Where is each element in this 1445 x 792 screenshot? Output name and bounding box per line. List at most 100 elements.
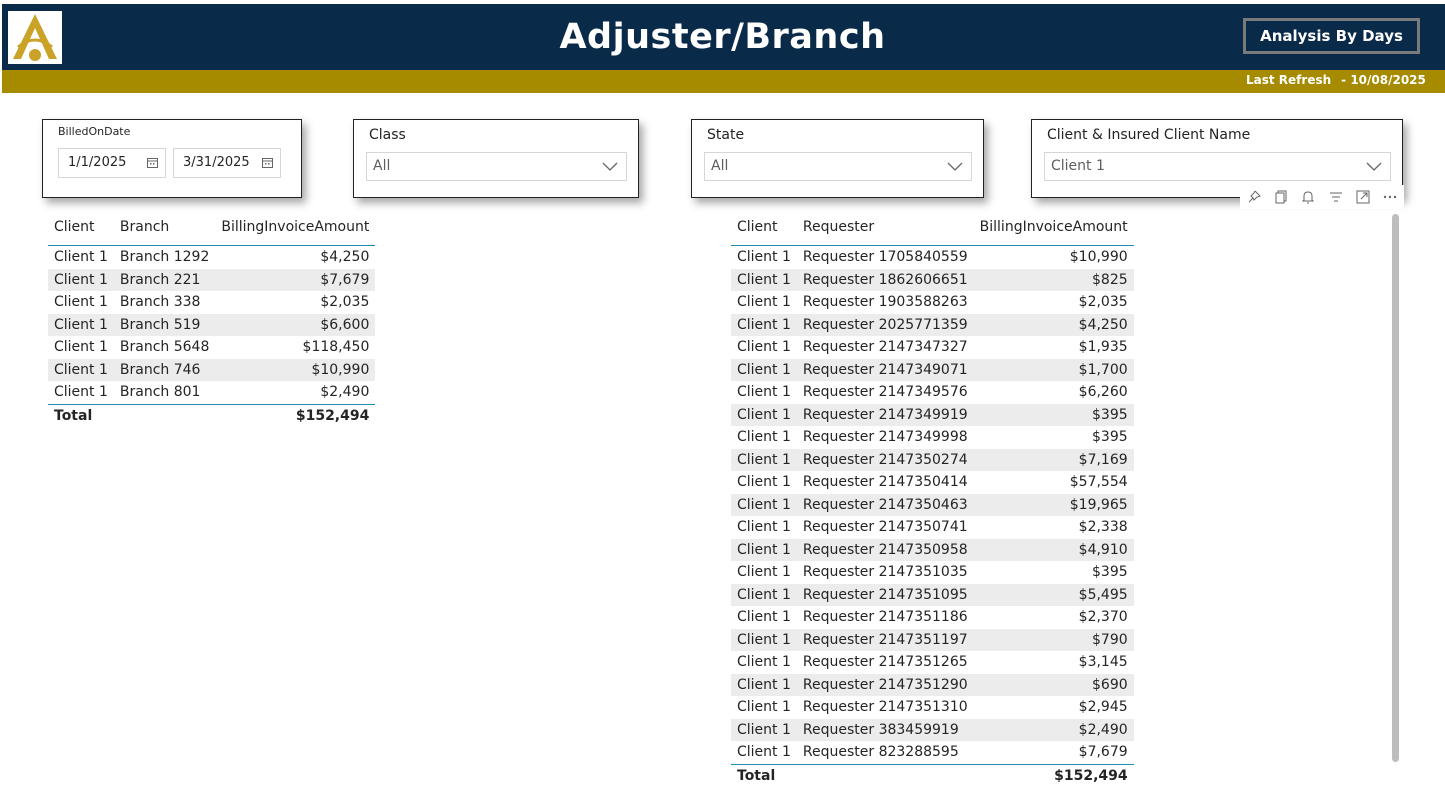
cell-name: Requester 2147351035 xyxy=(802,564,968,581)
billed-on-date-label: BilledOnDate xyxy=(58,125,131,138)
cell-client: Client 1 xyxy=(48,313,114,336)
cell-name: Requester 2147350463 xyxy=(796,493,974,516)
branch-table-header-row: Client Branch BillingInvoiceAmount xyxy=(48,209,376,246)
cell-client: Client 1 xyxy=(48,268,114,291)
table-row[interactable]: Client 1 Requester 2147350741 $2,338 xyxy=(731,516,1134,539)
last-refresh-label: Last Refresh xyxy=(1246,73,1332,87)
billed-on-date-slicer: BilledOnDate 1/1/2025 3/31/2025 xyxy=(42,119,302,198)
table-row[interactable]: Client 1 Requester 2147347327 $1,935 xyxy=(731,336,1134,359)
pin-icon[interactable] xyxy=(1246,189,1262,205)
table-row[interactable]: Client 1 Branch 221 $7,679 xyxy=(48,268,376,291)
table-scrollbar[interactable] xyxy=(1392,214,1399,762)
cell-amount: $4,910 xyxy=(973,538,1134,561)
table-row[interactable]: Client 1 Branch 746 $10,990 xyxy=(48,358,376,381)
analysis-by-days-button[interactable]: Analysis By Days xyxy=(1243,18,1420,54)
table-row[interactable]: Client 1 Requester 1705840559 $10,990 xyxy=(731,246,1134,269)
table-row[interactable]: Client 1 Requester 2147350958 $4,910 xyxy=(731,538,1134,561)
cell-amount: $2,370 xyxy=(1078,609,1128,626)
cell-amount: $4,250 xyxy=(973,313,1134,336)
cell-client: Client 1 xyxy=(737,519,791,536)
cell-name: Branch 338 xyxy=(119,294,201,311)
table-row[interactable]: Client 1 Requester 2147351290 $690 xyxy=(731,673,1134,696)
table-row[interactable]: Client 1 Requester 2147351186 $2,370 xyxy=(731,606,1134,629)
cell-name: Branch 519 xyxy=(113,313,216,336)
cell-name: Requester 2147351197 xyxy=(796,628,974,651)
class-slicer: Class All xyxy=(353,119,639,198)
cell-name: Requester 1705840559 xyxy=(802,249,968,266)
column-header-client[interactable]: Client xyxy=(731,209,797,246)
table-row[interactable]: Client 1 Requester 2147351095 $5,495 xyxy=(731,583,1134,606)
state-dropdown[interactable]: All xyxy=(704,152,972,181)
cell-client: Client 1 xyxy=(48,358,114,381)
table-row[interactable]: Client 1 Branch 519 $6,600 xyxy=(48,313,376,336)
table-row[interactable]: Client 1 Requester 2147349071 $1,700 xyxy=(731,358,1134,381)
cell-name: Requester 2147349998 xyxy=(802,429,968,446)
cell-amount: $790 xyxy=(973,628,1134,651)
more-options-icon[interactable] xyxy=(1382,189,1398,205)
focus-mode-icon[interactable] xyxy=(1355,189,1371,205)
cell-name: Requester 2147351310 xyxy=(802,699,968,716)
cell-amount: $57,554 xyxy=(1069,474,1128,491)
calendar-icon[interactable] xyxy=(262,157,273,168)
cell-amount: $395 xyxy=(973,403,1134,426)
start-date-value: 1/1/2025 xyxy=(68,155,127,170)
cell-amount: $1,935 xyxy=(1078,339,1128,356)
end-date-input[interactable]: 3/31/2025 xyxy=(173,148,281,178)
table-row[interactable]: Client 1 Requester 2147351035 $395 xyxy=(731,561,1134,584)
cell-amount: $2,945 xyxy=(1078,699,1128,716)
filter-icon[interactable] xyxy=(1328,189,1344,205)
last-refresh: Last Refresh - 10/08/2025 xyxy=(1246,73,1426,87)
cell-amount: $7,679 xyxy=(1078,744,1128,761)
cell-client: Client 1 xyxy=(737,339,791,356)
client-dropdown[interactable]: Client 1 xyxy=(1044,152,1391,181)
start-date-input[interactable]: 1/1/2025 xyxy=(58,148,166,178)
class-dropdown[interactable]: All xyxy=(366,152,627,181)
table-row[interactable]: Client 1 Branch 5648 $118,450 xyxy=(48,336,375,359)
cell-client: Client 1 xyxy=(54,249,108,266)
cell-name: Requester 1862606651 xyxy=(796,268,974,291)
table-row[interactable]: Client 1 Requester 1862606651 $825 xyxy=(731,268,1134,291)
table-row[interactable]: Client 1 Requester 2147351197 $790 xyxy=(731,628,1134,651)
column-header-amount[interactable]: BillingInvoiceAmount xyxy=(215,209,376,246)
table-row[interactable]: Client 1 Requester 2147351265 $3,145 xyxy=(731,651,1134,674)
copy-icon[interactable] xyxy=(1273,189,1289,205)
cell-name: Requester 823288595 xyxy=(802,744,959,761)
table-row[interactable]: Client 1 Requester 2147350274 $7,169 xyxy=(731,448,1134,471)
table-row[interactable]: Client 1 Requester 823288595 $7,679 xyxy=(731,741,1134,764)
client-selected-value: Client 1 xyxy=(1051,158,1105,174)
table-row[interactable]: Client 1 Requester 2147350463 $19,965 xyxy=(731,493,1134,516)
table-row[interactable]: Client 1 Branch 801 $2,490 xyxy=(48,381,375,404)
cell-name: Branch 801 xyxy=(119,384,201,401)
cell-amount: $5,495 xyxy=(973,583,1134,606)
client-label: Client & Insured Client Name xyxy=(1047,127,1251,143)
column-header-client[interactable]: Client xyxy=(48,209,114,246)
column-header-branch[interactable]: Branch xyxy=(113,209,216,246)
cell-client: Client 1 xyxy=(731,493,797,516)
column-header-requester[interactable]: Requester xyxy=(796,209,974,246)
chevron-down-icon xyxy=(602,162,618,171)
table-row[interactable]: Client 1 Requester 2147351310 $2,945 xyxy=(731,696,1134,719)
column-header-amount[interactable]: BillingInvoiceAmount xyxy=(973,209,1134,246)
table-row[interactable]: Client 1 Requester 2147350414 $57,554 xyxy=(731,471,1134,494)
table-row[interactable]: Client 1 Requester 2025771359 $4,250 xyxy=(731,313,1134,336)
table-row[interactable]: Client 1 Requester 2147349576 $6,260 xyxy=(731,381,1134,404)
cell-name: Requester 2147351186 xyxy=(802,609,968,626)
table-row[interactable]: Client 1 Branch 1292 $4,250 xyxy=(48,246,375,269)
cell-amount: $2,035 xyxy=(1078,294,1128,311)
cell-client: Client 1 xyxy=(737,249,791,266)
calendar-icon[interactable] xyxy=(147,157,158,168)
table-row[interactable]: Client 1 Requester 383459919 $2,490 xyxy=(731,718,1134,741)
table-row[interactable]: Client 1 Requester 2147349998 $395 xyxy=(731,426,1134,449)
table-row[interactable]: Client 1 Requester 2147349919 $395 xyxy=(731,403,1134,426)
cell-client: Client 1 xyxy=(737,654,791,671)
state-label: State xyxy=(707,127,745,143)
cell-amount: $2,035 xyxy=(320,294,370,311)
page-title: Adjuster/Branch xyxy=(559,17,886,57)
bell-icon[interactable] xyxy=(1300,189,1316,205)
table-row[interactable]: Client 1 Requester 1903588263 $2,035 xyxy=(731,291,1134,314)
cell-client: Client 1 xyxy=(737,699,791,716)
cell-name: Requester 2147351290 xyxy=(796,673,974,696)
cell-client: Client 1 xyxy=(731,448,797,471)
table-row[interactable]: Client 1 Branch 338 $2,035 xyxy=(48,291,375,314)
cell-amount: $4,250 xyxy=(320,249,370,266)
